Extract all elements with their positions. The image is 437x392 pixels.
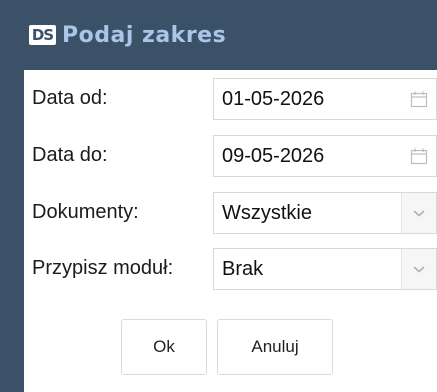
date-to-row: Data do: 09-05-2026: [24, 135, 437, 177]
ok-button[interactable]: Ok: [121, 319, 207, 375]
dialog-titlebar[interactable]: DS Podaj zakres: [0, 0, 437, 70]
module-label: Przypisz moduł:: [32, 257, 174, 279]
dialog-body: Data od: 01-05-2026 Data do: 09-05-2026: [24, 70, 437, 392]
date-from-label: Data od:: [32, 87, 108, 109]
documents-label: Dokumenty:: [32, 201, 139, 223]
ds-logo-icon: DS: [29, 25, 56, 45]
date-from-row: Data od: 01-05-2026: [24, 78, 437, 120]
range-dialog: DS Podaj zakres Data od: 01-05-2026 Data…: [0, 0, 437, 392]
documents-value[interactable]: Wszystkie: [222, 202, 312, 225]
date-to-value[interactable]: 09-05-2026: [222, 145, 324, 168]
date-from-field[interactable]: 01-05-2026: [213, 78, 437, 120]
date-to-label: Data do:: [32, 144, 108, 166]
date-from-value[interactable]: 01-05-2026: [222, 88, 324, 111]
date-to-field[interactable]: 09-05-2026: [213, 135, 437, 177]
module-value[interactable]: Brak: [222, 258, 263, 281]
chevron-down-icon[interactable]: [401, 249, 436, 289]
dialog-title: Podaj zakres: [62, 22, 227, 48]
module-select[interactable]: Brak: [213, 248, 437, 290]
documents-row: Dokumenty: Wszystkie: [24, 192, 437, 234]
documents-select[interactable]: Wszystkie: [213, 192, 437, 234]
module-row: Przypisz moduł: Brak: [24, 248, 437, 290]
chevron-down-icon[interactable]: [401, 193, 436, 233]
cancel-button[interactable]: Anuluj: [217, 319, 333, 375]
calendar-icon[interactable]: [402, 79, 436, 119]
calendar-icon[interactable]: [402, 136, 436, 176]
